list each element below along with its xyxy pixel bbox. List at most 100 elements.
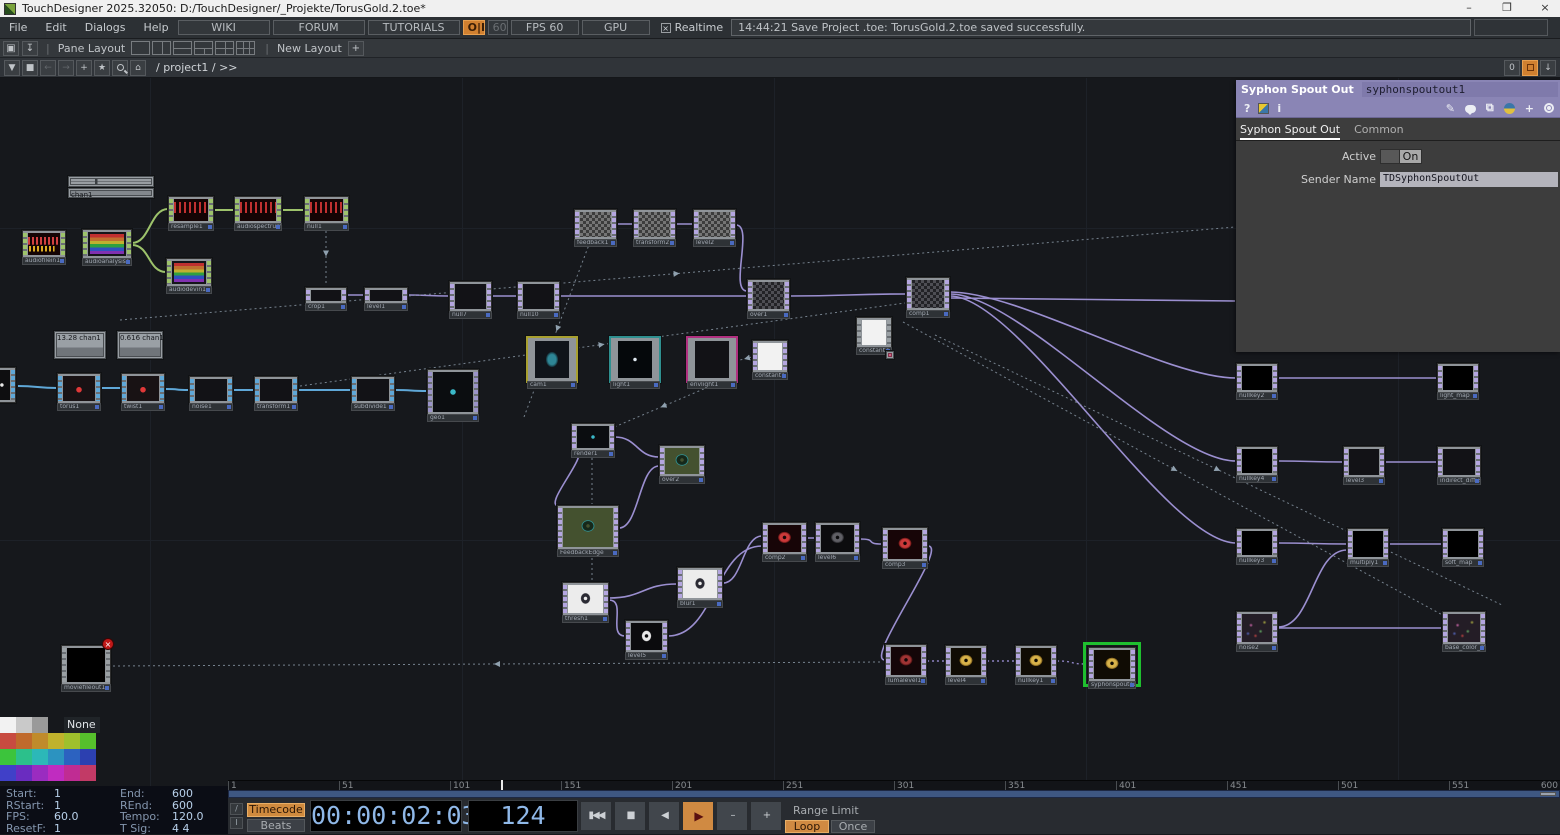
param-tab-common[interactable]: Common — [1354, 123, 1404, 140]
palette-swatch[interactable] — [0, 733, 16, 749]
node-over2[interactable]: over2 — [659, 445, 705, 477]
python-icon[interactable] — [1504, 103, 1515, 114]
realtime-toggle[interactable]: × Realtime — [661, 21, 724, 34]
node-torus1[interactable]: torus1 — [57, 373, 101, 404]
palette-swatch[interactable] — [16, 717, 32, 733]
palette-swatch[interactable] — [32, 765, 48, 781]
back-button[interactable]: ← — [40, 60, 56, 76]
node-val1[interactable]: 13.28 chan1 — [54, 331, 106, 359]
new-layout-add-button[interactable]: + — [348, 41, 364, 56]
pane-preset-hsplit-b[interactable] — [194, 41, 213, 55]
param-tab-syphon-spout-out[interactable]: Syphon Spout Out — [1240, 123, 1340, 140]
transport-field-value[interactable]: 60.0 — [54, 811, 120, 823]
add-button[interactable]: + — [76, 60, 92, 76]
node-over1[interactable]: over1 — [747, 279, 790, 312]
bookmark-button[interactable]: ★ — [94, 60, 110, 76]
node-transform1[interactable]: transform1 — [254, 376, 298, 404]
node-audiofilein1[interactable]: audiofilein1 — [22, 230, 66, 258]
node-comp3[interactable]: comp3 — [882, 527, 928, 562]
palette-swatch[interactable] — [0, 749, 16, 765]
search-button[interactable] — [112, 60, 128, 76]
node-nullkey3[interactable]: nullkey3 — [1236, 528, 1278, 558]
node-audiodevin1[interactable]: audiodevin1 — [166, 258, 212, 287]
node-level3[interactable]: level3 — [1343, 446, 1385, 478]
palette-swatch[interactable] — [48, 749, 64, 765]
add-icon[interactable]: + — [1525, 102, 1534, 115]
node-audioanalysis1[interactable]: audioanalysis1 — [82, 229, 132, 259]
breadcrumb[interactable]: / project1 / >> — [156, 61, 238, 74]
node-noise1[interactable]: noise1 — [189, 376, 233, 404]
sender-name-field[interactable]: TDSyphonSpoutOut — [1380, 172, 1558, 187]
node-constant2[interactable]: constant2 — [856, 317, 892, 348]
collapse-button[interactable]: ▼ — [4, 60, 20, 76]
node-level5[interactable]: level5 — [625, 620, 668, 653]
menu-button-forum[interactable]: FORUM — [273, 20, 365, 35]
slash-button[interactable]: / — [230, 803, 243, 815]
pane-preset-grid4[interactable] — [215, 41, 234, 55]
node-envlight1[interactable]: envlight1 — [686, 336, 738, 383]
home-button[interactable]: ⌂ — [130, 60, 146, 76]
node-moviefileout1[interactable]: ×moviefileout1 — [61, 645, 111, 685]
op-name-field[interactable]: syphonspoutout1 — [1362, 82, 1558, 97]
active-toggle[interactable]: On — [1380, 149, 1422, 164]
palette-swatch[interactable] — [80, 749, 96, 765]
node-thresh1[interactable]: thresh1 — [562, 582, 609, 616]
target-icon[interactable] — [1544, 103, 1554, 113]
pane-preset-grid6[interactable] — [236, 41, 255, 55]
import-icon[interactable]: ↧ — [22, 41, 38, 56]
node-field1[interactable]: chan1 — [68, 188, 154, 198]
node-twist1[interactable]: twist1 — [121, 373, 165, 404]
node-null10[interactable]: null10 — [517, 281, 560, 312]
node-transform2[interactable]: transform2 — [633, 209, 676, 240]
range-handle[interactable] — [1540, 792, 1556, 796]
node-comp1[interactable]: comp1 — [906, 277, 950, 311]
language-icon[interactable] — [1258, 103, 1269, 114]
palette-swatch[interactable] — [32, 733, 48, 749]
node-soft_map[interactable]: soft_map — [1442, 528, 1484, 560]
node-render1[interactable]: render1 — [571, 423, 615, 451]
maximize-button[interactable]: ❐ — [1492, 0, 1522, 17]
menu-button-tutorials[interactable]: TUTORIALS — [368, 20, 460, 35]
node-lumalevel1[interactable]: lumalevel1 — [885, 644, 927, 678]
node-cam1[interactable]: cam1 — [526, 336, 578, 383]
node-level2[interactable]: level2 — [693, 209, 736, 240]
palette-swatch[interactable] — [80, 733, 96, 749]
network-editor[interactable]: chan1 audiofilein1 audioanalysis1 resample1… — [0, 78, 1560, 786]
node-null7[interactable]: null7 — [449, 281, 492, 312]
node-level6[interactable]: level6 — [815, 522, 860, 555]
palette-swatch[interactable] — [48, 733, 64, 749]
node-geo1[interactable]: geo1 — [427, 369, 479, 415]
play-button[interactable]: ▶ — [682, 801, 714, 831]
node-subdivide1[interactable]: subdivide1 — [351, 376, 395, 404]
menu-help[interactable]: Help — [144, 21, 169, 34]
palette-swatch[interactable] — [32, 717, 48, 733]
loop-button[interactable]: Loop — [785, 820, 829, 833]
node-multiply1[interactable]: multiply1 — [1347, 528, 1389, 560]
window-placement-icon[interactable]: ▣ — [3, 41, 19, 56]
pencil-icon[interactable]: ✎ — [1446, 102, 1455, 115]
timeline-range-bar[interactable] — [228, 790, 1560, 798]
pane-maximize-button[interactable] — [1522, 60, 1538, 76]
fps-button[interactable]: FPS 60 — [511, 20, 579, 35]
node-blur1[interactable]: blur1 — [677, 567, 723, 601]
info-icon[interactable]: i — [1277, 102, 1281, 115]
node-light1[interactable]: light1 — [609, 336, 661, 383]
node-FeedbackEdge[interactable]: FeedbackEdge — [557, 505, 619, 550]
node-val2[interactable]: 0.616 chan1 — [117, 331, 163, 359]
node-base_color_map[interactable]: base_color_map — [1442, 611, 1486, 645]
node-syphonspoutout1[interactable]: syphonspoutout1 — [1088, 647, 1136, 682]
palette-swatch[interactable] — [80, 765, 96, 781]
node-audiospectrum1[interactable]: audiospectrum1 — [234, 196, 282, 224]
node-constant1[interactable]: constant1 — [752, 340, 788, 373]
step-back-button[interactable]: ◀ — [648, 801, 680, 831]
node-light_map[interactable]: light_map — [1437, 363, 1479, 393]
zero-counter-button[interactable]: 0 — [1504, 60, 1520, 76]
skip-start-button[interactable]: ▮◀◀ — [580, 801, 612, 831]
toggle-knob[interactable] — [1380, 149, 1400, 164]
node-resample1[interactable]: resample1 — [168, 196, 214, 224]
node-slider1[interactable] — [68, 176, 154, 187]
playhead[interactable] — [501, 780, 503, 790]
pane-preset-hsplit[interactable] — [173, 41, 192, 55]
pane-preset-single[interactable] — [131, 41, 150, 55]
timeline-ruler[interactable]: 151101151201251301351401451501551600 — [228, 780, 1560, 790]
